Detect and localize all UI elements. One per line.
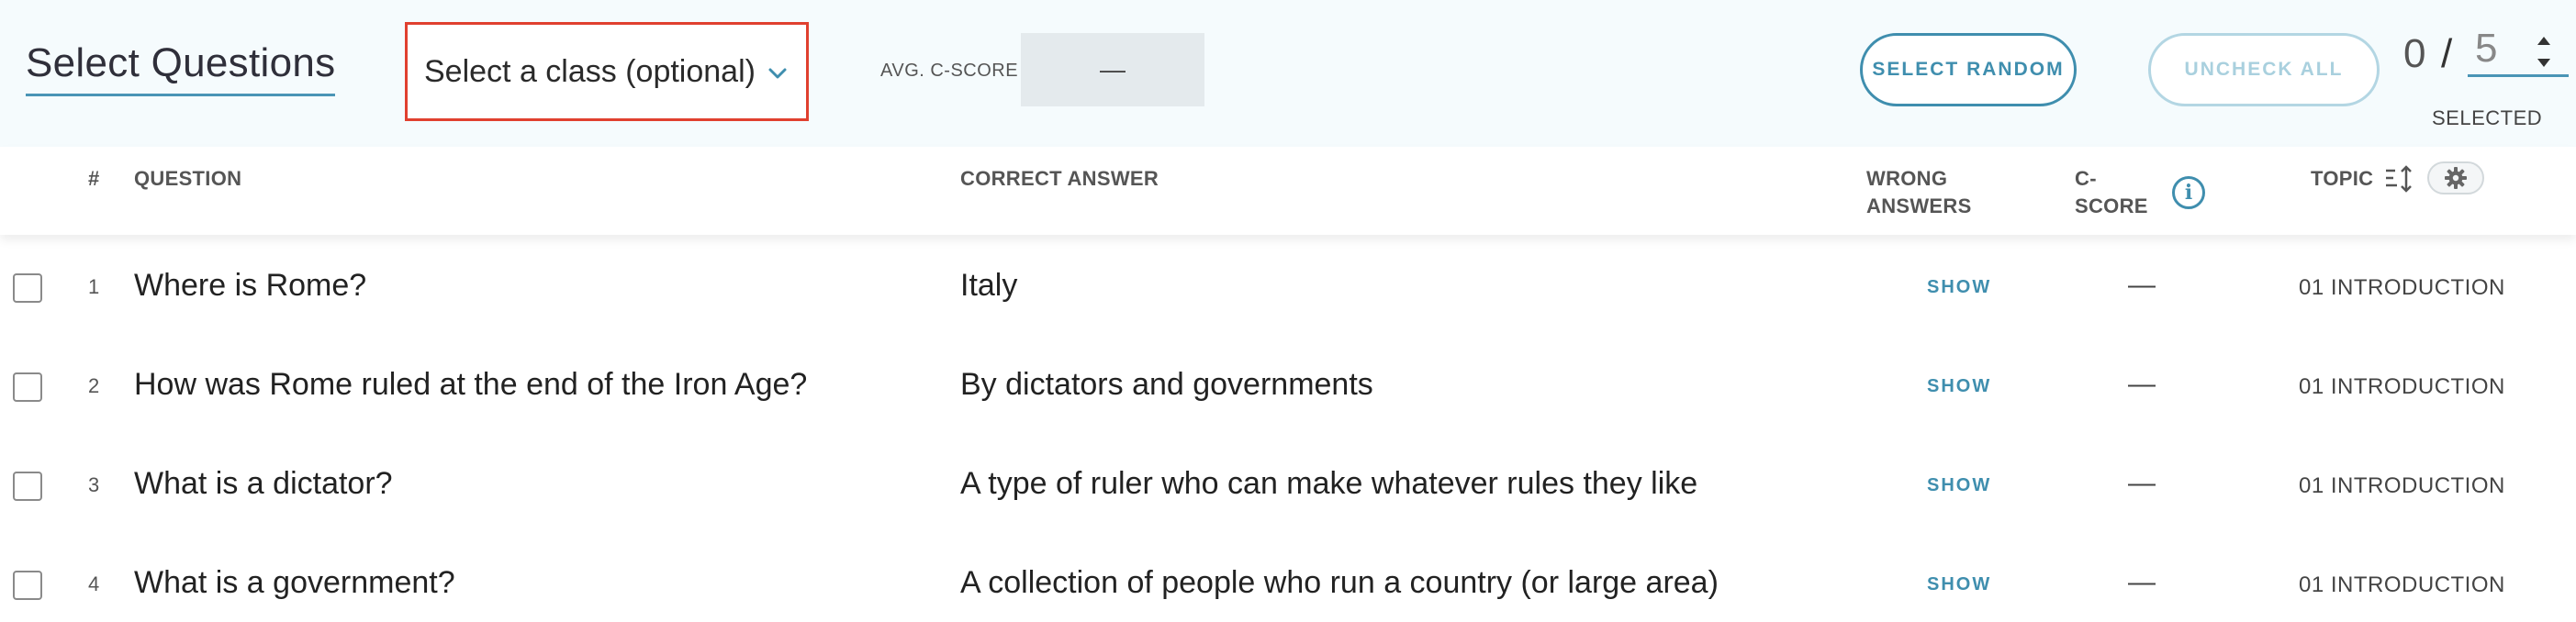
number-spinner[interactable]	[2534, 29, 2556, 75]
row-checkbox[interactable]	[13, 472, 42, 501]
question-text: Where is Rome?	[134, 268, 367, 303]
gear-icon	[2445, 167, 2467, 189]
counter-separator: /	[2441, 31, 2453, 76]
column-correct-answer: CORRECT ANSWER	[960, 167, 1159, 190]
show-wrong-answers-link[interactable]: SHOW	[1927, 376, 1991, 397]
question-text: What is a government?	[134, 565, 455, 600]
spinner-up-icon[interactable]	[2537, 37, 2550, 45]
select-random-button[interactable]: SELECT RANDOM	[1860, 33, 2077, 106]
selected-label: SELECTED	[2432, 106, 2543, 129]
correct-answer-text: A type of ruler who can make whatever ru…	[960, 466, 1698, 501]
uncheck-all-button[interactable]: UNCHECK ALL	[2148, 33, 2380, 106]
avg-cscore-value: —	[1021, 33, 1204, 106]
correct-answer-text: A collection of people who run a country…	[960, 565, 1719, 600]
cscore-value: —	[2128, 369, 2156, 399]
page-title: Select Questions	[26, 40, 336, 96]
cscore-value: —	[2128, 567, 2156, 597]
avg-cscore-label: AVG. C-SCORE	[880, 61, 1019, 81]
table-row: 1 Where is Rome? Italy SHOW — 01 INTRODU…	[0, 237, 2576, 336]
chevron-down-icon	[768, 68, 787, 79]
row-number: 1	[88, 275, 100, 298]
column-wrong-answers: WRONG ANSWERS	[1866, 165, 1972, 220]
column-settings-button[interactable]	[2427, 161, 2484, 194]
table-row: 4 What is a government? A collection of …	[0, 534, 2576, 622]
correct-answer-text: By dictators and governments	[960, 367, 1373, 402]
row-checkbox[interactable]	[13, 571, 42, 600]
column-cscore: C- SCORE	[2075, 165, 2148, 220]
row-number: 3	[88, 473, 100, 496]
question-text: What is a dictator?	[134, 466, 393, 501]
row-number: 2	[88, 374, 100, 397]
topic-value: 01 INTRODUCTION	[2299, 473, 2505, 498]
topic-value: 01 INTRODUCTION	[2299, 374, 2505, 399]
column-cscore-line2: SCORE	[2075, 194, 2148, 217]
column-wrong-answers-line1: WRONG	[1866, 167, 1948, 190]
column-number: #	[88, 167, 100, 190]
selected-count: 0	[2403, 31, 2426, 76]
info-icon[interactable]: i	[2172, 176, 2205, 209]
row-checkbox[interactable]	[13, 372, 42, 402]
table-row: 2 How was Rome ruled at the end of the I…	[0, 336, 2576, 435]
show-wrong-answers-link[interactable]: SHOW	[1927, 475, 1991, 496]
row-number: 4	[88, 572, 100, 595]
table-row: 3 What is a dictator? A type of ruler wh…	[0, 435, 2576, 534]
column-topic: TOPIC	[2311, 167, 2374, 190]
show-wrong-answers-link[interactable]: SHOW	[1927, 574, 1991, 595]
class-select[interactable]: Select a class (optional)	[405, 22, 809, 121]
question-text: How was Rome ruled at the end of the Iro…	[134, 367, 808, 402]
topic-value: 01 INTRODUCTION	[2299, 572, 2505, 597]
column-cscore-line1: C-	[2075, 167, 2097, 190]
cscore-value: —	[2128, 270, 2156, 300]
column-question: QUESTION	[134, 167, 242, 190]
row-checkbox[interactable]	[13, 273, 42, 303]
topic-value: 01 INTRODUCTION	[2299, 275, 2505, 300]
show-wrong-answers-link[interactable]: SHOW	[1927, 277, 1991, 298]
correct-answer-text: Italy	[960, 268, 1018, 303]
cscore-value: —	[2128, 468, 2156, 498]
sort-icon[interactable]	[2384, 163, 2415, 194]
class-select-value: Select a class (optional)	[424, 53, 756, 89]
spinner-down-icon[interactable]	[2537, 59, 2550, 67]
column-wrong-answers-line2: ANSWERS	[1866, 194, 1972, 217]
